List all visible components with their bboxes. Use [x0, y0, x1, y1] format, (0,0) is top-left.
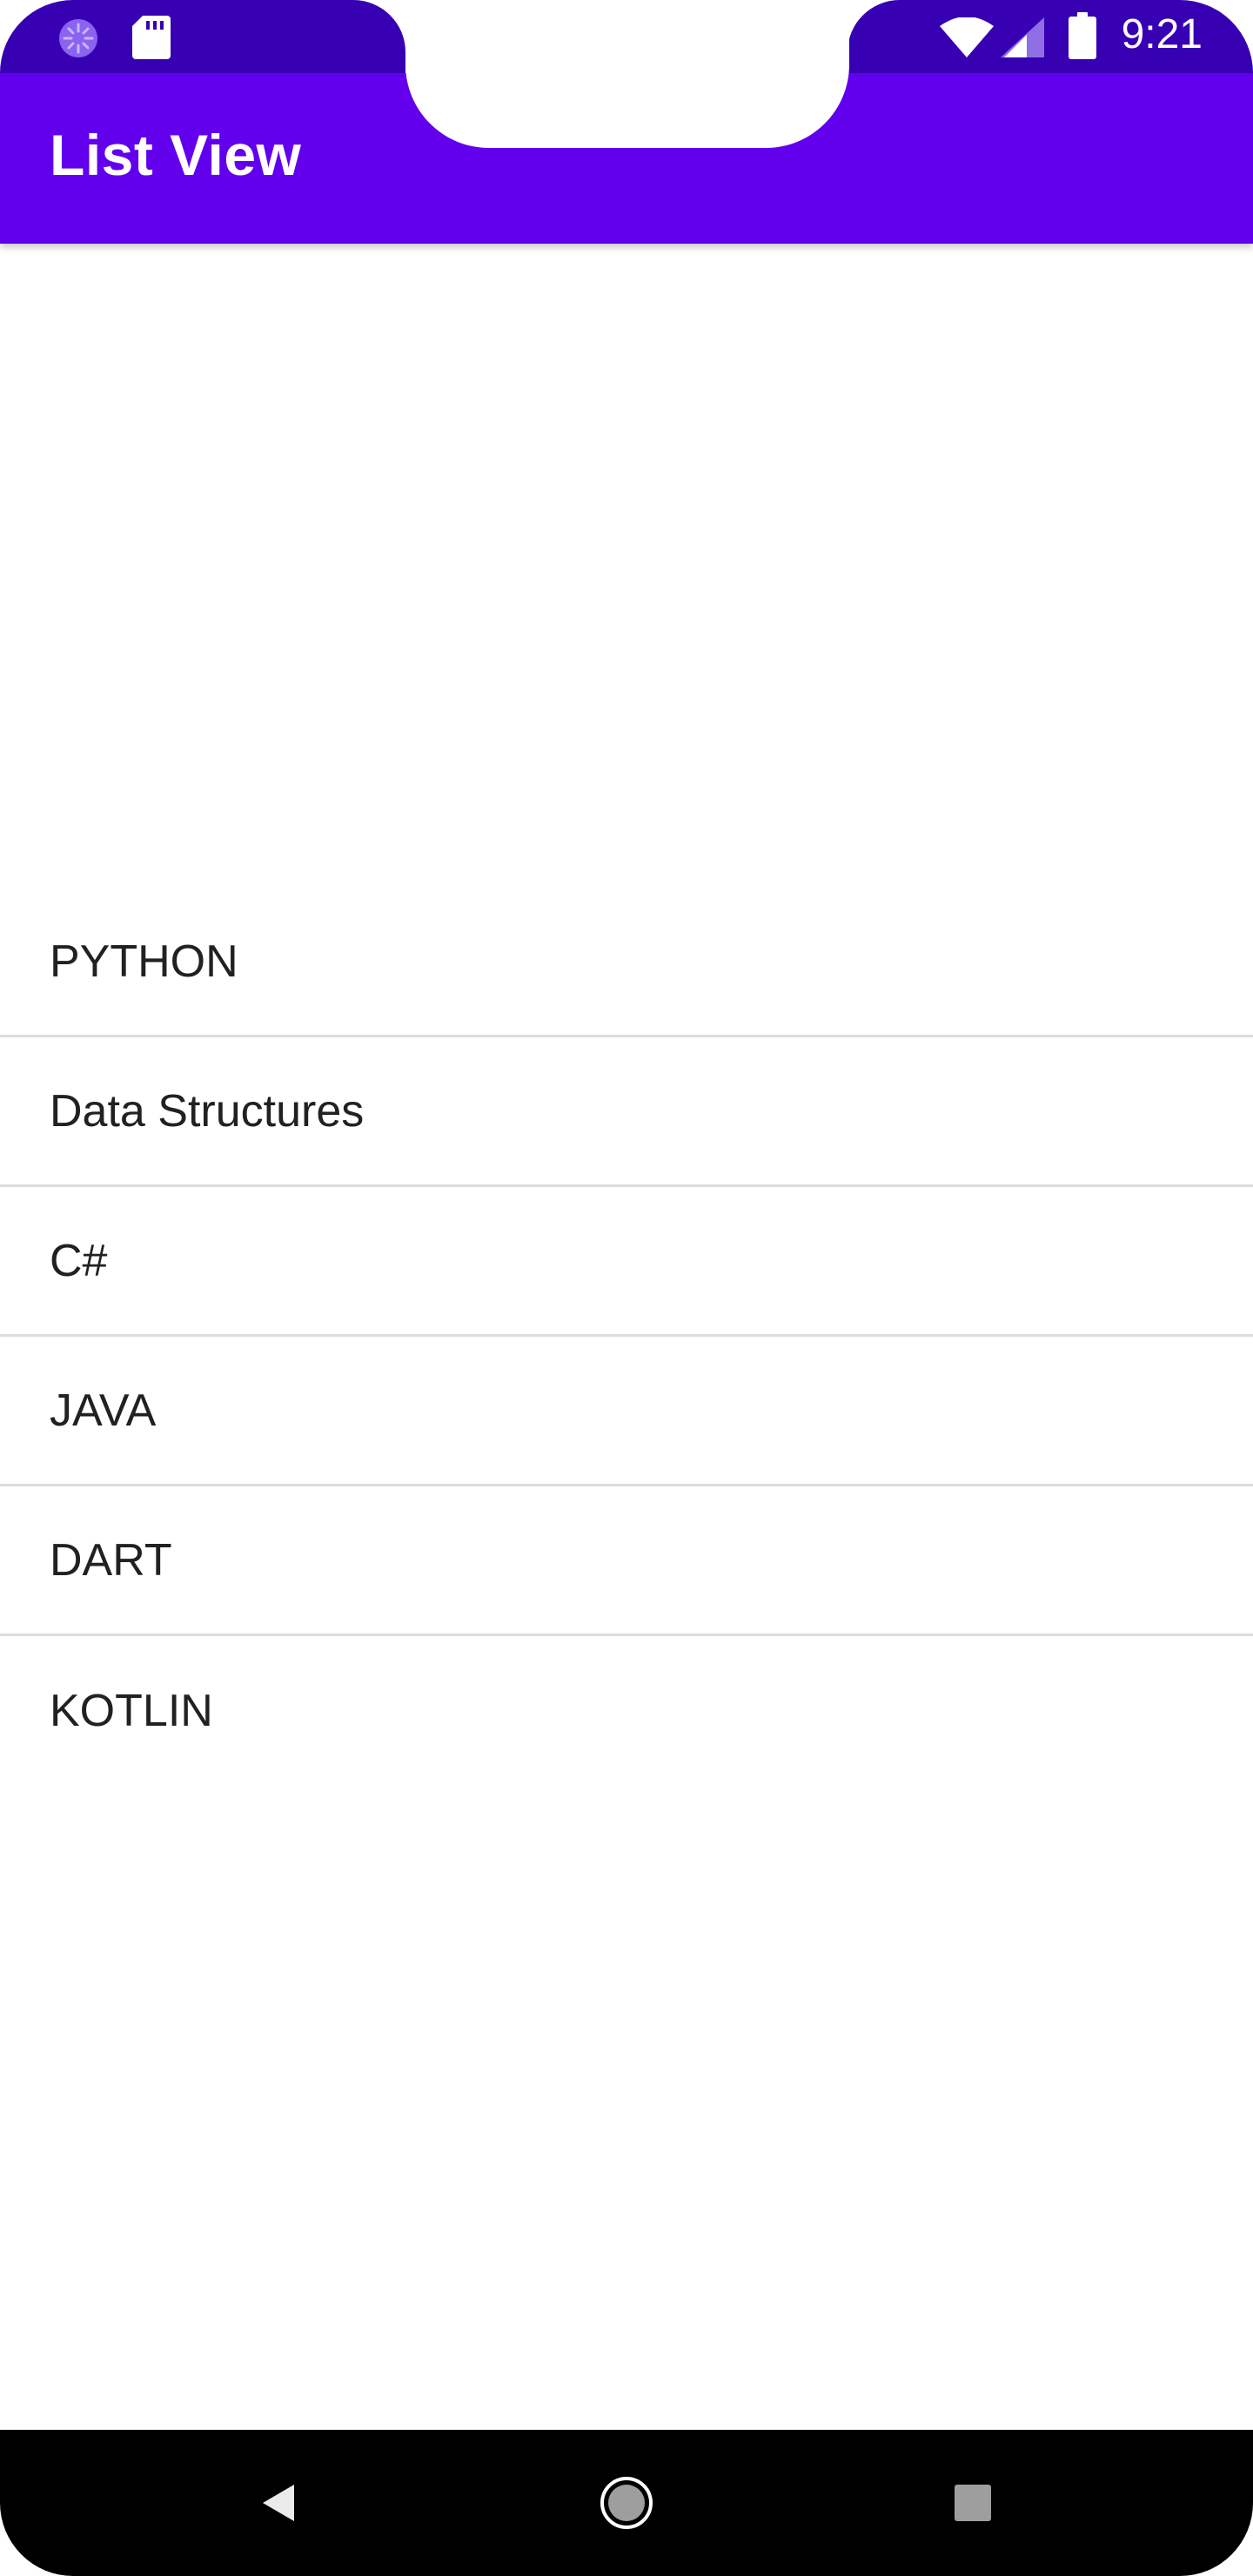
signal-icon [1001, 17, 1044, 57]
home-icon [600, 2477, 653, 2529]
app-title: List View [50, 123, 302, 187]
navigation-bar [0, 2430, 1253, 2576]
wifi-icon [940, 17, 994, 57]
clock: 9:21 [1121, 11, 1203, 57]
list-item-label: PYTHON [50, 936, 238, 987]
list-item[interactable]: Data Structures [0, 1037, 1253, 1187]
display-notch [405, 0, 849, 148]
list-item-label: C# [50, 1235, 108, 1286]
list-item[interactable]: C# [0, 1187, 1253, 1337]
list-item-label: JAVA [50, 1385, 157, 1436]
battery-icon [1069, 12, 1096, 59]
back-icon [263, 2485, 294, 2521]
top-header: 9:21 List View [0, 0, 1253, 244]
loading-icon [59, 19, 97, 57]
back-button[interactable] [209, 2430, 348, 2576]
list-item[interactable]: JAVA [0, 1337, 1253, 1486]
list-item[interactable]: KOTLIN [0, 1636, 1253, 1786]
list-view: PYTHON Data Structures C# JAVA DART KOTL… [0, 888, 1253, 1786]
list-item-label: KOTLIN [50, 1686, 213, 1736]
recents-button[interactable] [903, 2430, 1042, 2576]
list-item[interactable]: DART [0, 1486, 1253, 1636]
sd-card-icon [132, 16, 171, 59]
recents-icon [955, 2485, 991, 2521]
home-button[interactable] [557, 2430, 696, 2576]
list-item[interactable]: PYTHON [0, 888, 1253, 1037]
screen: 9:21 List View PYTHON Data Structures C#… [0, 0, 1253, 2576]
list-item-label: Data Structures [50, 1085, 365, 1137]
list-item-label: DART [50, 1534, 172, 1586]
